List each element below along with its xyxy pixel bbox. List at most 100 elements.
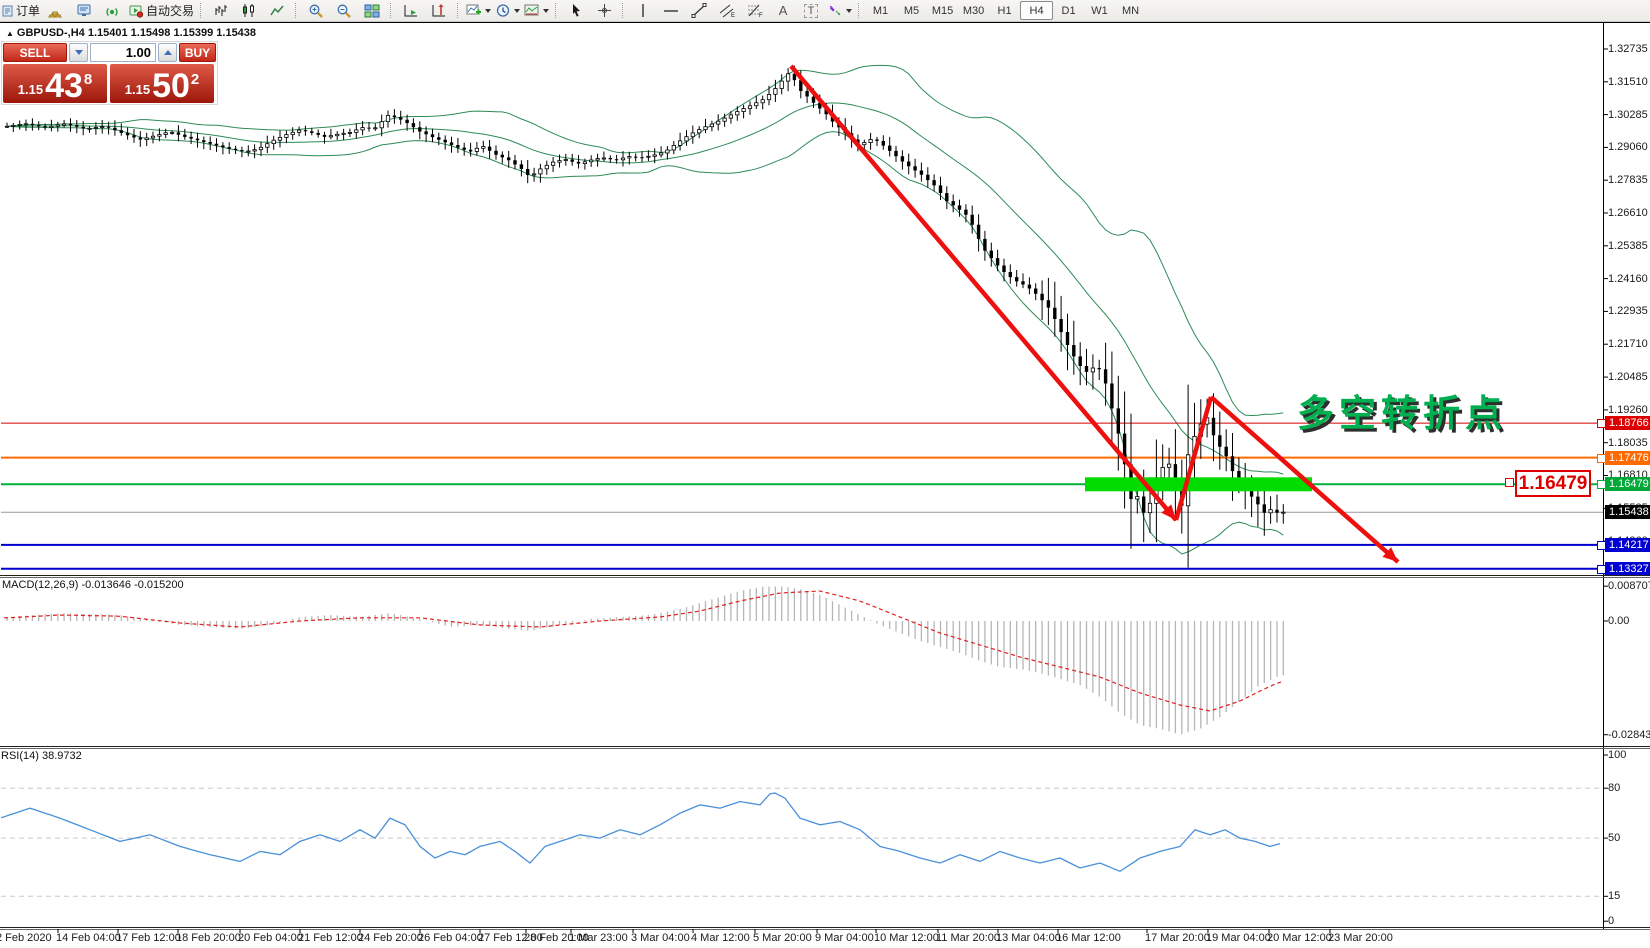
volume-decrease-button[interactable] xyxy=(69,43,88,62)
signals-button[interactable] xyxy=(99,0,125,21)
channel-icon: E xyxy=(719,3,736,18)
templates-button[interactable] xyxy=(523,0,550,21)
vertical-line-tool-button[interactable] xyxy=(630,0,656,21)
time-tick-label: 17 Feb 12:00 xyxy=(116,932,181,944)
time-tick-label: 14 Feb 04:00 xyxy=(56,932,121,944)
price-tick-label: 1.22935 xyxy=(1608,305,1650,318)
autotrading-button[interactable]: 自动交易 xyxy=(127,0,195,21)
line-chart-button[interactable] xyxy=(264,0,290,21)
macd-tick-label: 0.008707 xyxy=(1608,580,1650,593)
timeframe-button-MN[interactable]: MN xyxy=(1115,2,1146,19)
callout-anchor-handle[interactable] xyxy=(1505,478,1514,487)
price-tick-label: 1.21710 xyxy=(1608,338,1650,351)
timeframe-button-H4[interactable]: H4 xyxy=(1020,1,1053,20)
volume-increase-button[interactable] xyxy=(158,43,177,62)
history-center-button[interactable] xyxy=(43,0,69,21)
level-anchor-handle[interactable] xyxy=(1597,541,1606,550)
toolbar-separator xyxy=(622,3,625,18)
toolbar-separator xyxy=(390,3,393,18)
level-anchor-handle[interactable] xyxy=(1597,454,1606,463)
level-anchor-handle[interactable] xyxy=(1597,419,1606,428)
cursor-tool-button[interactable] xyxy=(563,0,589,21)
price-tick-label: 1.29060 xyxy=(1608,141,1650,154)
dropdown-caret xyxy=(846,9,852,13)
chart-text-annotation[interactable]: 多空转折点 xyxy=(1297,383,1507,437)
bar-chart-button[interactable] xyxy=(208,0,234,21)
timeframe-button-M1[interactable]: M1 xyxy=(865,2,896,19)
macd-tick-label: -0.028436 xyxy=(1608,729,1650,742)
zoom-in-button[interactable] xyxy=(303,0,329,21)
chart-shift-icon xyxy=(431,3,447,18)
sell-price-big: 43 xyxy=(45,71,83,101)
price-axis[interactable]: 1.327351.315101.302851.290601.278351.266… xyxy=(1604,23,1650,575)
tile-windows-button[interactable] xyxy=(359,0,385,21)
text-tool-button[interactable]: A xyxy=(770,0,796,21)
buy-price-base: 1.15 xyxy=(125,82,150,97)
auto-scroll-button[interactable] xyxy=(398,0,424,21)
sell-button[interactable]: SELL xyxy=(3,43,67,62)
main-toolbar: 订单 自动交易 xyxy=(0,0,1650,22)
buy-button[interactable]: BUY xyxy=(179,43,216,62)
channel-tool-button[interactable]: E xyxy=(714,0,740,21)
chart-canvas[interactable] xyxy=(0,0,1650,948)
price-tick-label: 1.24160 xyxy=(1608,273,1650,286)
level-anchor-handle[interactable] xyxy=(1597,480,1606,489)
toolbar-separator xyxy=(457,3,460,18)
arrows-tool-button[interactable] xyxy=(826,0,853,21)
zoom-out-icon xyxy=(336,3,352,18)
price-tick-label: 1.25385 xyxy=(1608,240,1650,253)
periods-button[interactable] xyxy=(494,0,521,21)
price-level-badge: 1.16479 xyxy=(1605,477,1650,491)
rsi-tick-label: 50 xyxy=(1608,832,1650,845)
bar-chart-icon xyxy=(213,3,229,18)
time-tick-label: 9 Mar 04:00 xyxy=(815,932,874,944)
dropdown-caret xyxy=(514,9,520,13)
tile-windows-icon xyxy=(364,3,380,18)
price-tick-label: 1.31510 xyxy=(1608,76,1650,89)
new-order-button[interactable]: 订单 xyxy=(1,0,41,21)
volume-input[interactable] xyxy=(90,43,156,62)
buy-price-pip: 2 xyxy=(191,71,199,88)
market-watch-button[interactable] xyxy=(71,0,97,21)
timeframe-button-M5[interactable]: M5 xyxy=(896,2,927,19)
timeframe-button-H1[interactable]: H1 xyxy=(989,2,1020,19)
text-label-tool-button[interactable]: T xyxy=(798,0,824,21)
fibonacci-tool-button[interactable]: F xyxy=(742,0,768,21)
indicators-button[interactable] xyxy=(465,0,492,21)
rsi-tick-label: 15 xyxy=(1608,890,1650,903)
chart-shift-button[interactable] xyxy=(426,0,452,21)
timeframe-button-W1[interactable]: W1 xyxy=(1084,2,1115,19)
timeframe-button-D1[interactable]: D1 xyxy=(1053,2,1084,19)
price-tick-label: 1.20485 xyxy=(1608,371,1650,384)
crosshair-tool-button[interactable] xyxy=(591,0,617,21)
buy-price-display[interactable]: 1.15 50 2 xyxy=(110,64,214,103)
sell-price-display[interactable]: 1.15 43 8 xyxy=(3,64,107,103)
horizontal-line-tool-button[interactable] xyxy=(658,0,684,21)
level-anchor-handle[interactable] xyxy=(1597,565,1606,574)
macd-axis[interactable]: 0.0087070.00-0.028436 xyxy=(1604,578,1650,746)
fibonacci-glyph: F xyxy=(759,13,763,18)
time-tick-label: 26 Feb 04:00 xyxy=(418,932,483,944)
price-callout-label[interactable]: 1.16479 xyxy=(1515,470,1591,497)
rsi-axis[interactable]: 1008050150 xyxy=(1604,748,1650,927)
time-tick-label: 4 Mar 12:00 xyxy=(691,932,750,944)
price-tick-label: 1.32735 xyxy=(1608,43,1650,56)
rsi-label: RSI(14) 38.9732 xyxy=(1,750,82,762)
candle-chart-icon xyxy=(241,3,257,18)
horizontal-line-icon xyxy=(663,3,679,18)
down-arrow-icon xyxy=(75,50,83,55)
time-tick-label: 20 Mar 12:00 xyxy=(1267,932,1332,944)
timeframe-button-M30[interactable]: M30 xyxy=(958,2,989,19)
trendline-tool-button[interactable] xyxy=(686,0,712,21)
zoom-out-button[interactable] xyxy=(331,0,357,21)
gold-bars-icon xyxy=(48,4,64,18)
price-level-badge: 1.15438 xyxy=(1605,505,1650,519)
toolbar-separator xyxy=(555,3,558,18)
timeframe-button-M15[interactable]: M15 xyxy=(927,2,958,19)
candle-chart-button[interactable] xyxy=(236,0,262,21)
autotrading-icon xyxy=(128,4,144,18)
time-tick-label: 13 Mar 04:00 xyxy=(996,932,1061,944)
price-tick-label: 1.19260 xyxy=(1608,404,1650,417)
time-tick-label: 23 Mar 20:00 xyxy=(1328,932,1393,944)
vertical-line-icon xyxy=(637,3,649,18)
